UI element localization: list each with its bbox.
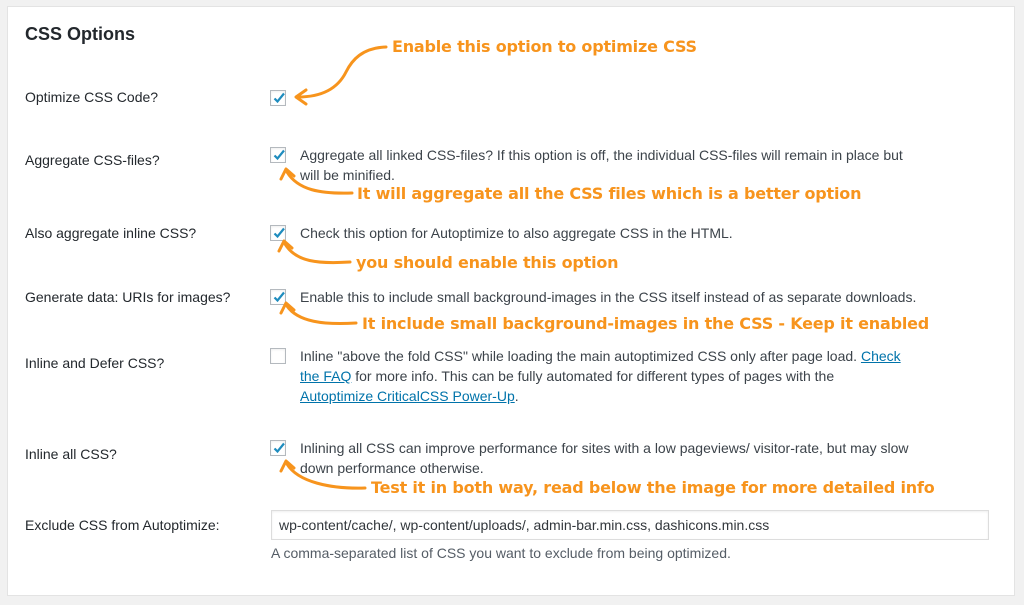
optimize-css-checkbox[interactable] xyxy=(270,90,286,106)
exclude-css-help: A comma-separated list of CSS you want t… xyxy=(271,545,731,561)
aggregate-css-label: Aggregate CSS-files? xyxy=(25,152,160,168)
aggregate-css-checkbox[interactable] xyxy=(270,147,286,163)
aggregate-inline-css-label: Also aggregate inline CSS? xyxy=(25,225,197,241)
aggregate-css-description: Aggregate all linked CSS-files? If this … xyxy=(300,147,903,183)
annotation-inline: you should enable this option xyxy=(356,253,619,272)
aggregate-inline-css-description: Check this option for Autoptimize to als… xyxy=(300,225,733,241)
data-uris-label: Generate data: URIs for images? xyxy=(25,289,231,305)
annotation-inline-all: Test it in both way, read below the imag… xyxy=(371,478,935,497)
check-faq-link[interactable]: Check xyxy=(861,348,901,364)
section-title: CSS Options xyxy=(25,24,136,44)
data-uris-description: Enable this to include small background-… xyxy=(300,289,917,305)
inline-all-css-checkbox[interactable] xyxy=(270,440,286,456)
annotation-data-uris: It include small background-images in th… xyxy=(362,314,930,333)
checkmark-icon xyxy=(273,442,285,454)
criticalcss-powerup-link[interactable]: Autoptimize CriticalCSS Power-Up xyxy=(300,388,515,404)
annotation-optimize: Enable this option to optimize CSS xyxy=(392,37,697,56)
inline-defer-css-label: Inline and Defer CSS? xyxy=(25,355,165,371)
aggregate-inline-css-checkbox[interactable] xyxy=(270,225,286,241)
inline-all-css-label: Inline all CSS? xyxy=(25,446,117,462)
check-faq-link-continued[interactable]: the FAQ xyxy=(300,368,351,384)
data-uris-checkbox[interactable] xyxy=(270,289,286,305)
checkmark-icon xyxy=(273,92,285,104)
exclude-css-input[interactable]: wp-content/cache/, wp-content/uploads/, … xyxy=(271,510,989,540)
optimize-css-label: Optimize CSS Code? xyxy=(25,89,159,105)
annotation-aggregate: It will aggregate all the CSS files whic… xyxy=(357,184,862,203)
checkmark-icon xyxy=(273,149,285,161)
inline-all-css-description: Inlining all CSS can improve performance… xyxy=(300,440,909,476)
exclude-css-label: Exclude CSS from Autoptimize: xyxy=(25,517,220,533)
checkmark-icon xyxy=(273,227,285,239)
inline-defer-css-checkbox[interactable] xyxy=(270,348,286,364)
checkmark-icon xyxy=(273,291,285,303)
inline-defer-css-description: Inline "above the fold CSS" while loadin… xyxy=(300,348,901,404)
